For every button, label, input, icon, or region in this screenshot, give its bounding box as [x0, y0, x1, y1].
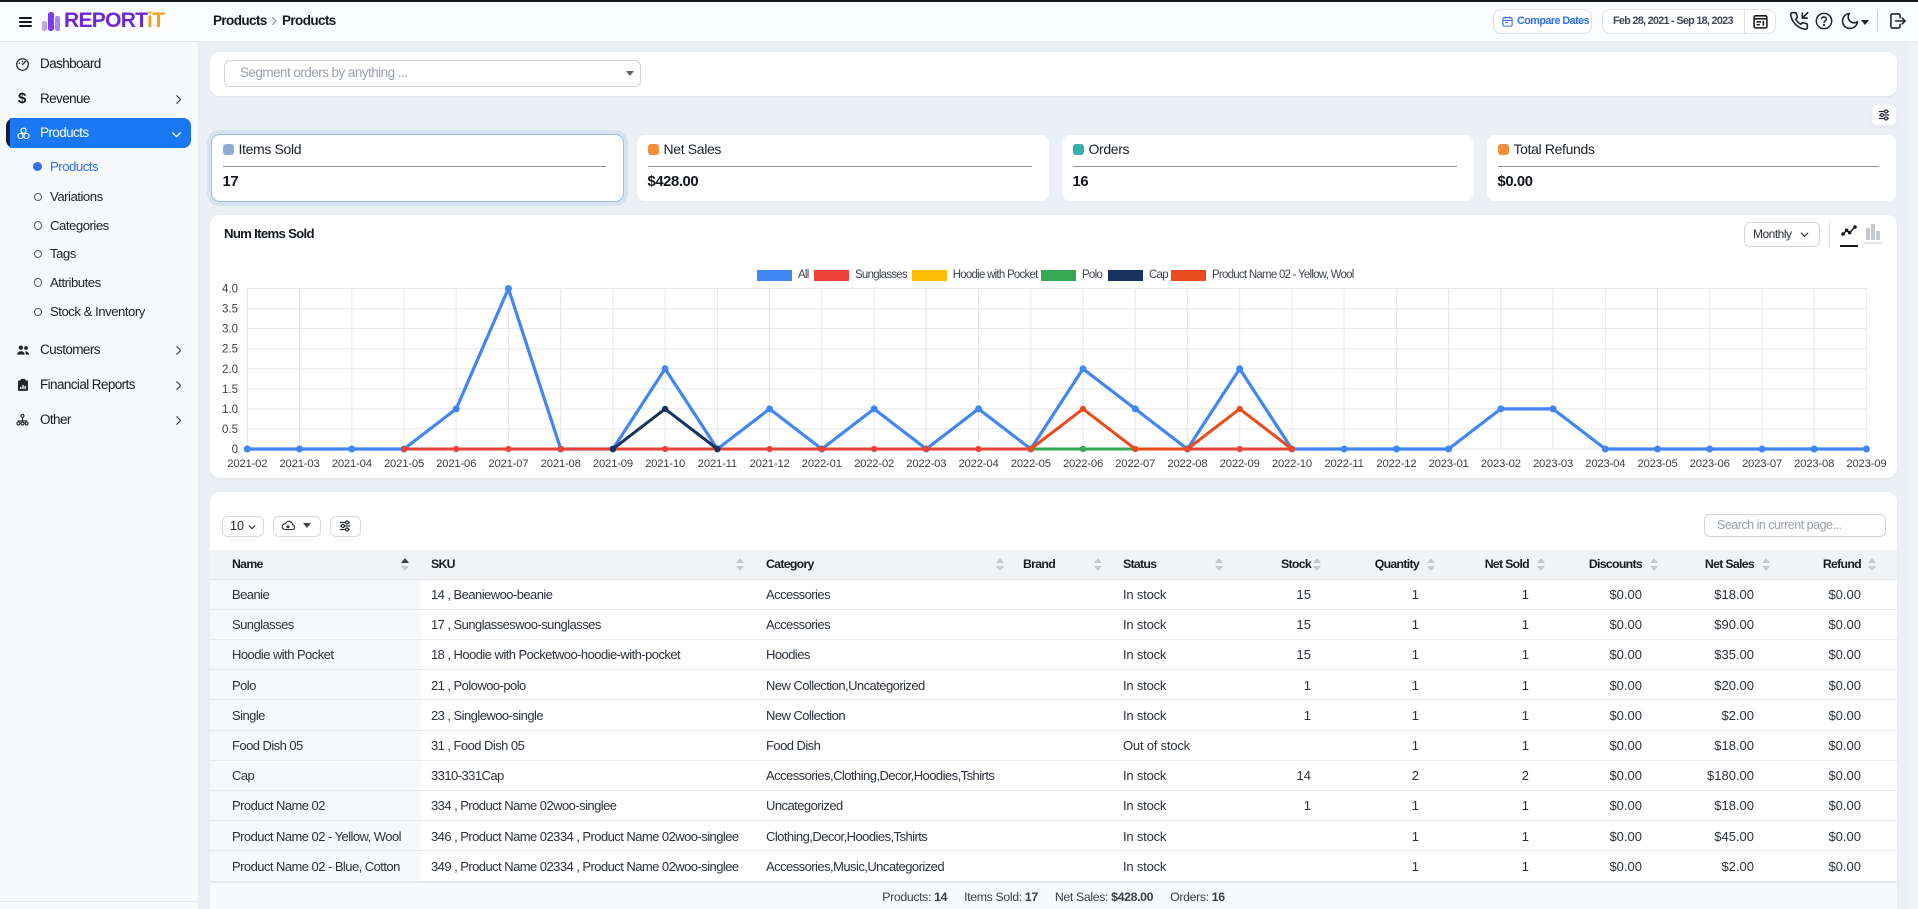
svg-text:2021-04: 2021-04 — [332, 458, 372, 470]
svg-text:2023-02: 2023-02 — [1481, 458, 1521, 470]
svg-text:2023-04: 2023-04 — [1585, 458, 1625, 470]
svg-text:2021-06: 2021-06 — [436, 458, 476, 470]
svg-text:0.5: 0.5 — [222, 424, 238, 436]
svg-text:2023-07: 2023-07 — [1742, 458, 1782, 470]
svg-text:2022-08: 2022-08 — [1167, 458, 1207, 470]
svg-text:2021-03: 2021-03 — [279, 458, 319, 470]
svg-text:2022-03: 2022-03 — [906, 458, 946, 470]
svg-text:2022-05: 2022-05 — [1011, 458, 1051, 470]
svg-text:2022-01: 2022-01 — [802, 458, 842, 470]
svg-text:2021-07: 2021-07 — [488, 458, 528, 470]
svg-text:0: 0 — [232, 444, 238, 456]
svg-text:2022-02: 2022-02 — [854, 458, 894, 470]
svg-text:2021-02: 2021-02 — [227, 458, 267, 470]
svg-text:2022-11: 2022-11 — [1324, 458, 1363, 470]
svg-text:4.0: 4.0 — [222, 284, 238, 296]
svg-text:2023-03: 2023-03 — [1533, 458, 1573, 470]
svg-text:2021-10: 2021-10 — [645, 458, 685, 470]
svg-text:1.0: 1.0 — [222, 404, 238, 416]
svg-text:2023-08: 2023-08 — [1794, 458, 1834, 470]
svg-text:2022-09: 2022-09 — [1220, 458, 1260, 470]
svg-text:3.0: 3.0 — [222, 324, 238, 336]
svg-text:2.5: 2.5 — [222, 344, 238, 356]
svg-text:2.0: 2.0 — [222, 364, 238, 376]
svg-text:2023-09: 2023-09 — [1846, 458, 1886, 470]
svg-text:2021-05: 2021-05 — [384, 458, 424, 470]
svg-text:2022-07: 2022-07 — [1115, 458, 1155, 470]
svg-text:3.5: 3.5 — [222, 304, 238, 316]
svg-text:2022-10: 2022-10 — [1272, 458, 1312, 470]
svg-text:2023-05: 2023-05 — [1637, 458, 1677, 470]
svg-text:2021-08: 2021-08 — [541, 458, 581, 470]
svg-text:2023-06: 2023-06 — [1690, 458, 1730, 470]
svg-text:2022-06: 2022-06 — [1063, 458, 1103, 470]
svg-text:2022-12: 2022-12 — [1376, 458, 1416, 470]
svg-text:2022-04: 2022-04 — [958, 458, 998, 470]
svg-text:2021-11: 2021-11 — [698, 458, 737, 470]
svg-text:2021-12: 2021-12 — [750, 458, 790, 470]
svg-text:2021-09: 2021-09 — [593, 458, 633, 470]
svg-text:2023-01: 2023-01 — [1429, 458, 1469, 470]
svg-text:1.5: 1.5 — [222, 384, 238, 396]
